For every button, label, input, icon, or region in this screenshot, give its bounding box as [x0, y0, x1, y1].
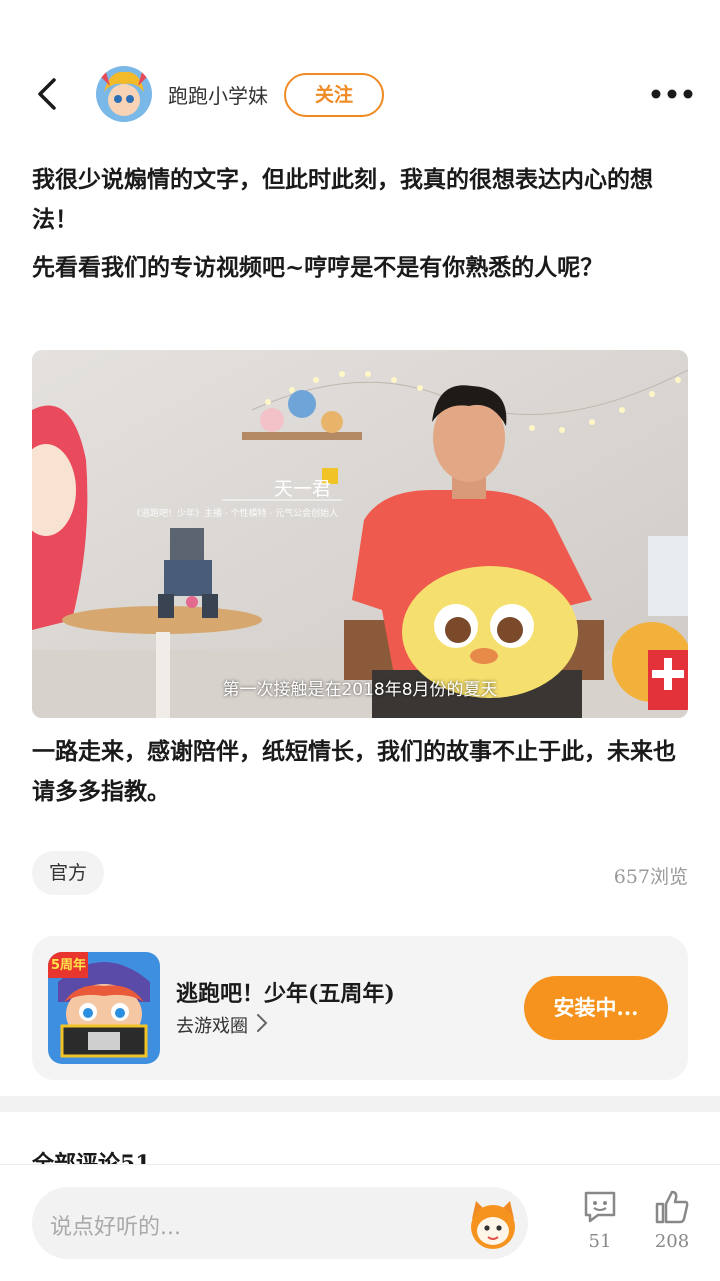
game-title: 逃跑吧！少年(五周年) [176, 981, 395, 1007]
video-frame-image [32, 350, 688, 718]
video-caption: 第一次接触是在2018年8月份的夏天 [222, 680, 498, 700]
comment-icon [582, 1191, 618, 1229]
post-header: 跑跑小学妹 关注 [0, 60, 720, 128]
thumbs-up-icon [654, 1190, 690, 1229]
comment-action[interactable]: 51 [570, 1189, 630, 1252]
chevron-right-icon [256, 1013, 268, 1038]
avatar[interactable] [96, 66, 152, 122]
section-divider [0, 1096, 720, 1112]
comments-header: 全部评论51 [32, 1151, 151, 1164]
comment-input[interactable]: 说点好听的... [32, 1187, 528, 1259]
game-circle-link-label: 去游戏圈 [176, 1016, 248, 1037]
post-paragraph-1: 我很少说煽情的文字，但此时此刻，我真的很想表达内心的想法！ [32, 166, 653, 233]
like-count: 208 [654, 1231, 690, 1252]
comment-input-placeholder: 说点好听的... [50, 1215, 181, 1240]
bottom-bar: 说点好听的... 51 208 [0, 1164, 720, 1281]
post-paragraph-3: 一路走来，感谢陪伴，纸短情长，我们的故事不止于此，未来也请多多指教。 [32, 738, 676, 805]
back-arrow-icon[interactable] [28, 74, 68, 114]
post-paragraph-2: 先看看我们的专访视频吧~哼哼是不是有你熟悉的人呢？ [32, 254, 604, 281]
view-count: 657浏览 [613, 866, 688, 888]
author-name[interactable]: 跑跑小学妹 [168, 80, 268, 109]
official-tag[interactable]: 官方 [32, 851, 104, 895]
video-player[interactable]: 天一君 《逃跑吧！少年》主播 · 个性模特 · 元气公会创始人 第一次接触是在2… [32, 350, 688, 718]
install-button[interactable]: 安装中... [524, 976, 668, 1040]
video-name-subtitle: 《逃跑吧！少年》主播 · 个性模特 · 元气公会创始人 [132, 509, 339, 519]
follow-button[interactable]: 关注 [284, 73, 384, 117]
more-dots-icon[interactable] [648, 78, 696, 110]
comment-count: 51 [588, 1231, 612, 1252]
like-action[interactable]: 208 [642, 1189, 702, 1252]
game-circle-link[interactable]: 去游戏圈 [176, 1012, 268, 1038]
game-icon[interactable]: 5周年 [48, 952, 160, 1064]
mascot-icon[interactable] [466, 1197, 520, 1251]
anniversary-badge: 5周年 [51, 958, 87, 973]
video-name-tag: 天一君 [274, 478, 332, 500]
game-card[interactable]: 5周年 逃跑吧！少年(五周年) 去游戏圈 安装中... [32, 936, 688, 1080]
